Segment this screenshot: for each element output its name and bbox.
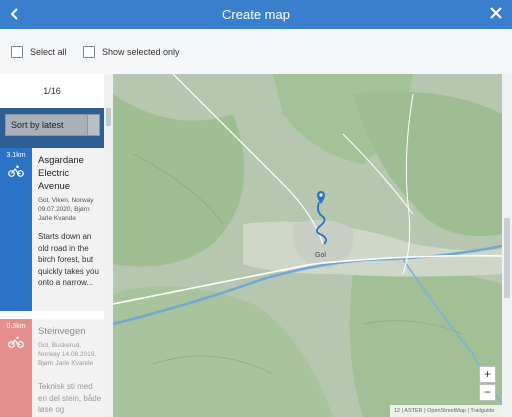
route-card[interactable]: 3.1km Asgardane Electric Avenue Gol, Vik…	[0, 148, 104, 372]
route-card[interactable]: 0.3km Steinvegen Gol, Buskerud, Norway 1…	[0, 319, 104, 417]
chevron-down-icon[interactable]	[87, 115, 99, 135]
map-canvas[interactable]	[113, 74, 502, 417]
zoom-out-button[interactable]: −	[479, 384, 496, 401]
route-meta: Gol, Viken, Norway 09.07.2020, Bjørn Jar…	[38, 197, 94, 222]
route-title[interactable]: Steinvegen	[38, 325, 100, 338]
route-distance: 3.1km	[6, 152, 26, 159]
sort-select-label: Sort by latest	[11, 120, 64, 130]
show-selected-only-label[interactable]: Show selected only	[102, 46, 180, 58]
route-description: Starts down an old road in the birch for…	[38, 232, 99, 287]
select-all-label[interactable]: Select all	[30, 46, 67, 58]
route-title[interactable]: Asgardane Electric Avenue	[38, 154, 100, 193]
cyclist-icon	[8, 336, 24, 348]
show-selected-only-checkbox[interactable]	[83, 46, 95, 58]
map-place-label: Gol	[315, 252, 326, 259]
app-header: Create map	[0, 0, 512, 29]
sort-bar: Sort by latest	[0, 108, 104, 148]
page-scrollbar-thumb[interactable]	[504, 218, 510, 298]
route-description: Teknisk sti med en del stein, både løse …	[38, 382, 102, 414]
map-attribution[interactable]: 12 | ASTER | OpenStreetMap | Trailguide	[390, 405, 502, 417]
close-icon[interactable]	[488, 5, 504, 21]
selection-toolbar	[0, 29, 512, 74]
select-all-checkbox[interactable]	[11, 46, 23, 58]
terrain-map[interactable]	[113, 74, 502, 417]
route-list-sidebar: 1/16 Sort by latest 3.1km Asgardane Elec…	[0, 74, 113, 417]
zoom-in-button[interactable]: +	[479, 366, 496, 383]
page-indicator: 1/16	[43, 86, 61, 96]
route-card-accent: 0.3km	[0, 319, 32, 417]
cyclist-icon	[8, 165, 24, 177]
route-meta: Gol, Buskerud, Norway 14.08.2019, Bjørn …	[38, 342, 97, 367]
list-scrollbar-thumb[interactable]	[106, 108, 111, 126]
sort-select[interactable]: Sort by latest	[5, 114, 100, 136]
page-title: Create map	[222, 7, 290, 22]
route-card-accent: 3.1km	[0, 148, 32, 372]
route-distance: 0.3km	[6, 323, 26, 330]
